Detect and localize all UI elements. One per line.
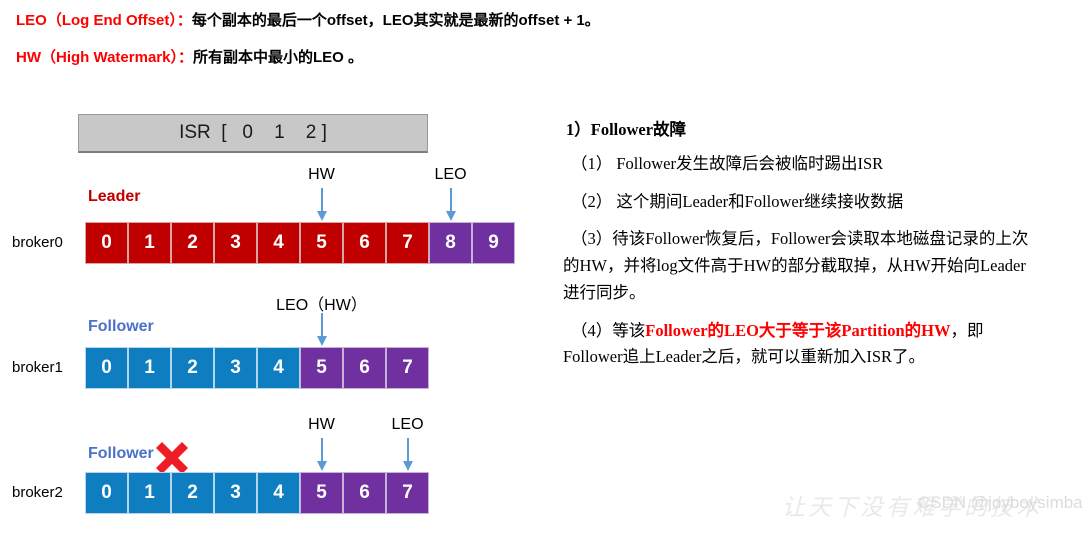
watermark-csdn: CSDN @joyboysimba	[918, 493, 1083, 512]
down-arrow-icon	[315, 188, 329, 227]
offset-cell: 4	[257, 472, 300, 514]
offset-cell: 4	[257, 347, 300, 389]
offset-cell: 2	[171, 347, 214, 389]
notes-item-3: （3）待该Follower恢复后，Follower会读取本地磁盘记录的上次的HW…	[563, 229, 1029, 302]
offset-cell: 1	[128, 222, 171, 264]
isr-label: ISR [ 0 1 2 ]	[179, 122, 327, 143]
notes-panel: 1）Follower故障 （1） Follower发生故障后会被临时踢出ISR …	[563, 116, 1033, 382]
marker-label: LEO	[434, 166, 467, 183]
down-arrow-icon	[401, 438, 415, 477]
offset-cell: 5	[300, 222, 343, 264]
isr-box: ISR [ 0 1 2 ]	[78, 114, 428, 153]
notes-item-4-highlight: Follower的LEO大于等于该Partition的HW	[645, 320, 951, 340]
partition-log-broker0: 0123456789	[85, 222, 515, 264]
broker-label-1: broker1	[12, 359, 63, 376]
down-arrow-icon	[315, 313, 329, 352]
offset-cell: 7	[386, 222, 429, 264]
replication-diagram: ISR [ 0 1 2 ] broker0 Leader 0 1 2 3 4 5 6 7 8 9 HW L…	[0, 0, 545, 534]
offset-cell: 0	[85, 472, 128, 514]
marker-label: HW	[308, 166, 335, 183]
offset-cell: 6	[343, 472, 386, 514]
notes-item-2: （2） 这个期间Leader和Follower继续接收数据	[571, 191, 904, 211]
marker-label: HW	[308, 416, 335, 433]
broker-label-2: broker2	[12, 484, 63, 501]
offset-cell: 5	[300, 472, 343, 514]
offset-cell: 7	[386, 472, 429, 514]
offset-cell: 3	[214, 222, 257, 264]
partition-log-broker2: 01234567	[85, 472, 429, 514]
offset-cell: 1	[128, 347, 171, 389]
marker-label: LEO（HW）	[276, 297, 367, 314]
marker-LEOHW: LEO（HW）	[252, 291, 392, 347]
offset-cell: 3	[214, 347, 257, 389]
offset-cell: 8	[429, 222, 472, 264]
offset-cell: 6	[343, 347, 386, 389]
offset-cell: 5	[300, 347, 343, 389]
down-arrow-icon	[315, 438, 329, 477]
offset-cell: 6	[343, 222, 386, 264]
notes-item-1: （1） Follower发生故障后会被临时踢出ISR	[571, 154, 884, 173]
partition-log-broker1: 01234567	[85, 347, 429, 389]
down-arrow-icon	[444, 188, 458, 227]
marker-label: LEO	[391, 416, 424, 433]
role-label-broker1: Follower	[88, 318, 154, 335]
offset-cell: 1	[128, 472, 171, 514]
role-label-broker2: Follower	[88, 445, 154, 462]
offset-cell: 2	[171, 472, 214, 514]
offset-cell: 4	[257, 222, 300, 264]
marker-HW: HW	[252, 166, 392, 222]
offset-cell: 2	[171, 222, 214, 264]
offset-cell: 0	[85, 347, 128, 389]
broker-label-0: broker0	[12, 234, 63, 251]
marker-LEO: LEO	[338, 416, 478, 472]
notes-item-4-prefix: （4）等该	[571, 320, 646, 340]
marker-LEO: LEO	[381, 166, 521, 222]
role-label-broker0: Leader	[88, 188, 141, 205]
offset-cell: 9	[472, 222, 515, 264]
offset-cell: 3	[214, 472, 257, 514]
notes-heading: 1）Follower故障	[566, 120, 687, 139]
notes-item-4: （4）等该Follower的LEO大于等于该Partition的HW，即Foll…	[563, 318, 1033, 371]
offset-cell: 7	[386, 347, 429, 389]
offset-cell: 0	[85, 222, 128, 264]
